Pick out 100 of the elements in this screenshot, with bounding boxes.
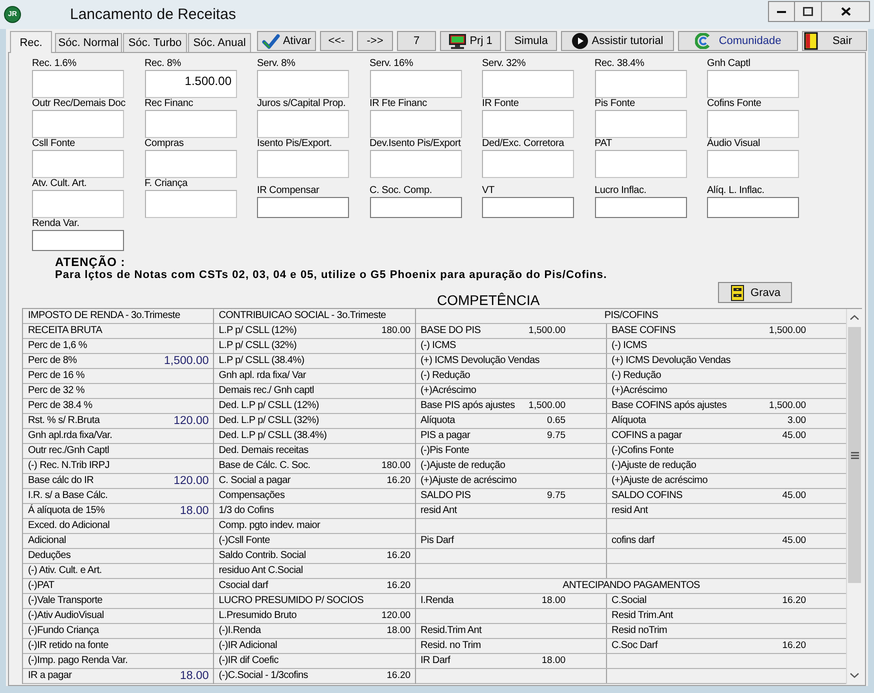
input-field[interactable] (370, 110, 462, 138)
scrollbar[interactable] (846, 309, 862, 684)
close-icon (840, 7, 850, 16)
input-field[interactable] (257, 110, 349, 138)
row-label: Ded. L.P p/ CSLL (38.4%) (218, 430, 327, 442)
row-value: 18.00 (542, 595, 566, 607)
row-value: 16.20 (782, 595, 806, 607)
row-label: SALDO PIS (420, 490, 471, 502)
input-field[interactable] (370, 197, 462, 218)
toolbar-button[interactable]: Prj 1 (440, 31, 501, 51)
field-label: IR Compensar (257, 185, 320, 196)
input-field[interactable] (482, 110, 574, 138)
row-label: Demais rec./ Gnh captl (218, 385, 314, 397)
toolbar-button[interactable]: Comunidade (678, 31, 798, 51)
row-label: (-)Ajuste de redução (420, 460, 506, 472)
minimize-button[interactable] (768, 1, 795, 22)
close-button[interactable] (822, 1, 870, 22)
row-value: 0.65 (547, 415, 566, 427)
input-field[interactable] (144, 150, 236, 178)
row-label: I.Renda (420, 595, 454, 607)
input-field[interactable] (482, 150, 574, 178)
input-field[interactable] (257, 150, 349, 178)
row-label: Adicional (28, 535, 66, 547)
input-field[interactable] (594, 110, 686, 138)
row-label: (-) Rec. N.Trib IRPJ (28, 460, 110, 472)
input-field[interactable] (707, 150, 799, 178)
row-label: (-) Ativ. Cult. e Art. (28, 565, 102, 577)
input-field[interactable] (707, 110, 799, 138)
row-value: 45.00 (782, 535, 806, 547)
column-header: PIS/COFINS (604, 310, 658, 322)
row-value: 120.00 (174, 475, 209, 487)
row-label: Alíquota (420, 415, 455, 427)
scrollbar-thumb[interactable] (848, 327, 861, 583)
input-field[interactable] (707, 70, 799, 98)
row-label: (-)Vale Transporte (28, 595, 102, 607)
input-field[interactable] (32, 150, 124, 178)
maximize-button[interactable] (795, 1, 822, 22)
caret-up-icon (850, 315, 859, 320)
row-label: Resid. no Trim (420, 640, 481, 652)
tab[interactable]: Sóc. Anual (188, 33, 251, 52)
input-field[interactable] (32, 110, 124, 138)
save-button[interactable]: Grava (718, 282, 792, 303)
field-label: Compras (144, 138, 184, 149)
row-value: 16.20 (782, 640, 806, 652)
toolbar-button[interactable]: ->> (357, 31, 393, 51)
input-field[interactable] (32, 190, 124, 218)
row-label: resid Ant (612, 505, 648, 517)
row-value: 45.00 (782, 490, 806, 502)
row-value: 9.75 (547, 490, 566, 502)
input-field[interactable] (482, 197, 574, 218)
toolbar-button[interactable]: <<- (320, 31, 353, 51)
field-label: VT (482, 185, 494, 196)
field-label: Isento Pis/Export. (257, 138, 332, 149)
input-field[interactable]: 1.500.00 (144, 70, 236, 98)
toolbar-button[interactable]: 7 (397, 31, 436, 51)
row-label: Gnh apl. rda fixa/ Var (218, 370, 306, 382)
section-title: COMPETÊNCIA (437, 293, 540, 308)
input-field[interactable] (32, 230, 124, 251)
tab[interactable]: Rec. (10, 31, 52, 53)
row-label: Á alíquota de 15% (28, 505, 105, 517)
toolbar-button[interactable]: Ativar (257, 31, 316, 51)
input-field[interactable] (370, 150, 462, 178)
input-field[interactable] (594, 197, 686, 218)
row-value: 120.00 (174, 415, 209, 427)
input-field[interactable] (594, 70, 686, 98)
field-label: Rec. 1.6% (32, 58, 76, 69)
door-icon (804, 32, 818, 50)
toolbar-button[interactable]: Sair (802, 31, 867, 51)
row-label: L.Presumido Bruto (218, 610, 296, 622)
input-field[interactable] (257, 197, 349, 218)
tab[interactable]: Sóc. Normal (55, 33, 122, 52)
input-field[interactable] (482, 70, 574, 98)
row-label: Base de Cálc. C. Soc. (218, 460, 310, 472)
column-header: CONTRIBUICAO SOCIAL - 3o.Trimeste (218, 310, 386, 322)
tab[interactable]: Sóc. Turbo (123, 33, 187, 52)
toolbar-button[interactable]: Assistir tutorial (561, 31, 674, 51)
row-label: Base PIS após ajustes (420, 400, 515, 412)
input-field[interactable] (707, 197, 799, 218)
field-label: C. Soc. Comp. (370, 185, 432, 196)
row-label: (-)Csll Fonte (218, 535, 270, 547)
row-value: 1,500.00 (528, 325, 566, 337)
grip-icon (850, 452, 858, 458)
input-field[interactable] (594, 150, 686, 178)
row-label: BASE COFINS (612, 325, 676, 337)
input-field[interactable] (32, 70, 124, 98)
input-field[interactable] (144, 190, 236, 218)
field-label: Csll Fonte (32, 138, 76, 149)
caret-down-icon (850, 673, 859, 678)
row-label: Ded. Demais receitas (218, 445, 308, 457)
row-label: L.P p/ CSLL (32%) (218, 340, 296, 352)
row-label: PIS a pagar (420, 430, 470, 442)
row-label: (-)Imp. pago Renda Var. (28, 655, 128, 667)
toolbar-button[interactable]: Simula (505, 31, 557, 51)
row-value: 16.20 (386, 670, 411, 682)
row-label: cofins darf (612, 535, 654, 547)
input-field[interactable] (370, 70, 462, 98)
row-label: Outr rec./Gnh Captl (28, 445, 109, 457)
row-label: (-) ICMS (420, 340, 456, 352)
input-field[interactable] (144, 110, 236, 138)
input-field[interactable] (257, 70, 349, 98)
